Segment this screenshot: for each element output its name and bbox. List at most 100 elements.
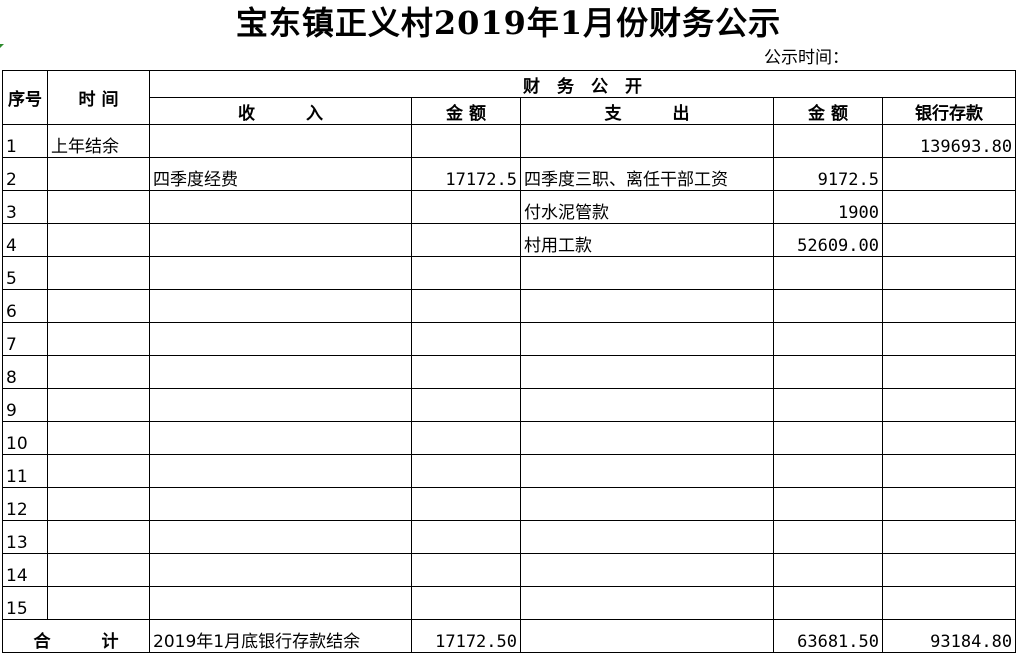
cell-income[interactable] — [149, 355, 412, 389]
cell-expense[interactable] — [520, 124, 774, 158]
cell-expense-amount[interactable] — [773, 322, 883, 356]
cell-bank[interactable] — [881, 223, 1017, 257]
cell-income[interactable]: 四季度经费 — [149, 157, 412, 191]
cell-time[interactable] — [47, 487, 150, 521]
cell-income[interactable] — [149, 454, 412, 488]
cell-income-amount[interactable] — [411, 124, 521, 158]
cell-expense[interactable]: 付水泥管款 — [520, 190, 774, 224]
cell-bank[interactable] — [881, 322, 1017, 356]
cell-income[interactable] — [149, 256, 412, 290]
cell-income-amount[interactable] — [411, 553, 521, 587]
cell-income[interactable] — [149, 124, 412, 158]
cell-income-amount[interactable] — [411, 454, 521, 488]
total-expense-amount[interactable]: 63681.50 — [773, 619, 883, 653]
cell-seq[interactable]: 6 — [2, 289, 48, 323]
cell-time[interactable] — [47, 289, 150, 323]
cell-expense-amount[interactable] — [773, 388, 883, 422]
cell-income[interactable] — [149, 553, 412, 587]
cell-expense-amount[interactable]: 1900 — [773, 190, 883, 224]
cell-seq[interactable]: 4 — [2, 223, 48, 257]
cell-time[interactable] — [47, 586, 150, 620]
cell-expense-amount[interactable] — [773, 124, 883, 158]
cell-bank[interactable] — [881, 355, 1017, 389]
cell-time[interactable] — [47, 190, 150, 224]
cell-bank[interactable] — [881, 289, 1017, 323]
cell-expense[interactable] — [520, 289, 774, 323]
cell-seq[interactable]: 11 — [2, 454, 48, 488]
total-income-amount[interactable]: 17172.50 — [411, 619, 521, 653]
cell-time[interactable] — [47, 322, 150, 356]
cell-seq[interactable]: 15 — [2, 586, 48, 620]
cell-seq[interactable]: 5 — [2, 256, 48, 290]
cell-expense[interactable] — [520, 553, 774, 587]
cell-expense[interactable] — [520, 454, 774, 488]
cell-bank[interactable] — [881, 256, 1017, 290]
cell-income-amount[interactable]: 17172.5 — [411, 157, 521, 191]
cell-bank[interactable] — [881, 586, 1017, 620]
cell-income-amount[interactable] — [411, 289, 521, 323]
cell-expense[interactable]: 四季度三职、离任干部工资 — [520, 157, 774, 191]
cell-bank[interactable] — [881, 454, 1017, 488]
cell-bank[interactable] — [881, 388, 1017, 422]
cell-income[interactable] — [149, 322, 412, 356]
cell-expense-amount[interactable]: 9172.5 — [773, 157, 883, 191]
cell-seq[interactable]: 12 — [2, 487, 48, 521]
total-expense[interactable] — [520, 619, 774, 653]
cell-bank[interactable] — [881, 553, 1017, 587]
cell-seq[interactable]: 2 — [2, 157, 48, 191]
cell-expense[interactable] — [520, 322, 774, 356]
cell-expense[interactable] — [520, 487, 774, 521]
cell-time[interactable] — [47, 520, 150, 554]
cell-expense-amount[interactable] — [773, 289, 883, 323]
cell-seq[interactable]: 9 — [2, 388, 48, 422]
cell-bank[interactable]: 139693.80 — [881, 124, 1017, 158]
total-label[interactable]: 合 计 — [2, 619, 150, 653]
cell-time[interactable] — [47, 421, 150, 455]
cell-expense-amount[interactable] — [773, 520, 883, 554]
cell-bank[interactable] — [881, 190, 1017, 224]
cell-income-amount[interactable] — [411, 388, 521, 422]
cell-expense-amount[interactable] — [773, 487, 883, 521]
cell-bank[interactable] — [881, 157, 1017, 191]
cell-income-amount[interactable] — [411, 421, 521, 455]
cell-seq[interactable]: 13 — [2, 520, 48, 554]
cell-expense[interactable] — [520, 520, 774, 554]
cell-seq[interactable]: 1 — [2, 124, 48, 158]
cell-bank[interactable] — [881, 520, 1017, 554]
cell-expense[interactable] — [520, 355, 774, 389]
cell-income-amount[interactable] — [411, 487, 521, 521]
cell-expense[interactable]: 村用工款 — [520, 223, 774, 257]
cell-income-amount[interactable] — [411, 322, 521, 356]
total-bank[interactable]: 93184.80 — [881, 619, 1017, 653]
cell-time[interactable]: 上年结余 — [47, 124, 150, 158]
cell-income[interactable] — [149, 289, 412, 323]
cell-income-amount[interactable] — [411, 223, 521, 257]
cell-expense-amount[interactable] — [773, 553, 883, 587]
cell-time[interactable] — [47, 454, 150, 488]
cell-expense[interactable] — [520, 586, 774, 620]
cell-income-amount[interactable] — [411, 520, 521, 554]
cell-expense-amount[interactable] — [773, 256, 883, 290]
cell-expense-amount[interactable]: 52609.00 — [773, 223, 883, 257]
cell-expense-amount[interactable] — [773, 421, 883, 455]
cell-income[interactable] — [149, 421, 412, 455]
cell-income[interactable] — [149, 190, 412, 224]
cell-time[interactable] — [47, 256, 150, 290]
cell-income-amount[interactable] — [411, 256, 521, 290]
cell-time[interactable] — [47, 157, 150, 191]
cell-expense-amount[interactable] — [773, 454, 883, 488]
cell-expense[interactable] — [520, 256, 774, 290]
cell-expense[interactable] — [520, 388, 774, 422]
cell-income[interactable] — [149, 223, 412, 257]
cell-income-amount[interactable] — [411, 190, 521, 224]
cell-time[interactable] — [47, 388, 150, 422]
cell-seq[interactable]: 8 — [2, 355, 48, 389]
cell-expense[interactable] — [520, 421, 774, 455]
cell-time[interactable] — [47, 355, 150, 389]
cell-seq[interactable]: 7 — [2, 322, 48, 356]
cell-income-amount[interactable] — [411, 355, 521, 389]
cell-seq[interactable]: 10 — [2, 421, 48, 455]
cell-income[interactable] — [149, 586, 412, 620]
cell-time[interactable] — [47, 553, 150, 587]
cell-bank[interactable] — [881, 487, 1017, 521]
